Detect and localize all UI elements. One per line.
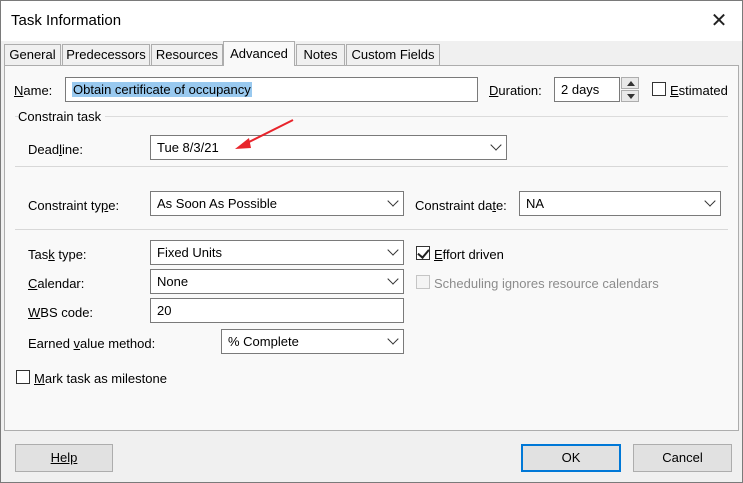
chevron-down-icon [387, 195, 399, 207]
name-value: Obtain certificate of occupancy [72, 82, 252, 97]
deadline-dropdown[interactable]: Tue 8/3/21 [150, 135, 507, 160]
tab-predecessors-label: Predecessors [66, 47, 146, 62]
tab-custom-fields[interactable]: Custom Fields [346, 44, 440, 65]
effort-driven-checkbox[interactable] [416, 246, 430, 260]
deadline-label-text1: Dead [28, 142, 60, 157]
duration-value: 2 days [561, 82, 600, 97]
earned-value-dropdown[interactable]: % Complete [221, 329, 404, 354]
scheduling-ignores-checkbox[interactable] [416, 275, 430, 289]
cancel-button-label: Cancel [662, 450, 703, 465]
earned-value-value: % Complete [228, 334, 299, 349]
separator-1 [15, 166, 728, 167]
calendar-value: None [157, 274, 189, 289]
deadline-label-text2: ine: [61, 142, 83, 157]
help-button[interactable]: Help [15, 444, 113, 472]
wbs-code-label: WBS code: [28, 305, 93, 320]
tab-notes[interactable]: Notes [296, 44, 345, 65]
chevron-down-icon [387, 333, 399, 345]
estimated-label: Estimated [670, 83, 728, 98]
duration-label: Duration: [489, 83, 542, 98]
tab-advanced-label: Advanced [230, 46, 288, 61]
name-label: Name: [14, 83, 52, 98]
annotation-arrow-icon [235, 119, 294, 149]
constraint-date-dropdown[interactable]: NA [519, 191, 721, 216]
duration-label-text: uration: [498, 83, 542, 98]
task-type-label: Task type: [28, 247, 87, 262]
constraint-date-value: NA [526, 196, 545, 211]
tab-general-label: General [9, 47, 56, 62]
scheduling-ignores-label: Scheduling ignores resource calendars [434, 276, 659, 291]
separator-2 [15, 229, 728, 230]
tab-resources[interactable]: Resources [151, 44, 223, 65]
constraint-type-label-text1: Constraint ty [28, 198, 101, 213]
estimated-label-accel: E [670, 83, 679, 98]
tab-notes-label: Notes [303, 47, 338, 62]
calendar-dropdown[interactable]: None [150, 269, 404, 294]
wbs-code-label-text: BS code: [40, 305, 94, 320]
duration-spin-up[interactable] [621, 77, 639, 89]
constraint-date-label-text2: e: [495, 198, 507, 213]
chevron-up-icon [627, 81, 635, 86]
chevron-down-icon [704, 195, 716, 207]
task-type-dropdown[interactable]: Fixed Units [150, 240, 404, 265]
duration-label-accel: D [489, 83, 499, 98]
calendar-label: Calendar: [28, 276, 84, 291]
constraint-type-label: Constraint type: [28, 198, 119, 213]
calendar-label-accel: C [28, 276, 38, 291]
deadline-label: Deadline: [28, 142, 83, 157]
name-label-text: ame: [23, 83, 53, 98]
dialog-footer: Help OK Cancel [1, 432, 742, 482]
task-information-dialog: Task Information ✕ General Predecessors … [0, 0, 743, 483]
checkmark-icon [417, 246, 430, 259]
tab-predecessors[interactable]: Predecessors [62, 44, 150, 65]
earned-value-label: Earned value method: [28, 336, 155, 351]
constraint-type-value: As Soon As Possible [157, 196, 277, 211]
help-button-label: Help [50, 450, 78, 465]
cancel-button[interactable]: Cancel [633, 444, 732, 472]
milestone-checkbox[interactable] [16, 370, 30, 384]
constraint-type-dropdown[interactable]: As Soon As Possible [150, 191, 404, 216]
ok-button-label: OK [561, 450, 581, 465]
tab-custom-fields-label: Custom Fields [351, 47, 435, 62]
constraint-type-label-text2: e: [108, 198, 120, 213]
task-type-value: Fixed Units [157, 245, 223, 260]
advanced-panel: Name: Obtain certificate of occupancy Du… [4, 65, 739, 431]
constraint-date-label-text1: Constraint da [415, 198, 493, 213]
calendar-label-text: alendar: [37, 276, 85, 291]
deadline-value: Tue 8/3/21 [157, 140, 219, 155]
milestone-label-accel: M [34, 371, 45, 386]
earned-value-label-text1: Earned [28, 336, 74, 351]
milestone-label: Mark task as milestone [34, 371, 167, 386]
effort-driven-label: Effort driven [434, 247, 504, 262]
duration-input[interactable]: 2 days [554, 77, 620, 102]
estimated-label-text: stimated [678, 83, 728, 98]
wbs-code-value: 20 [157, 303, 172, 318]
tab-general[interactable]: General [4, 44, 61, 65]
constrain-group-line [15, 116, 728, 117]
name-input[interactable]: Obtain certificate of occupancy [65, 77, 478, 102]
task-type-label-text1: Tas [28, 247, 49, 262]
earned-value-label-text2: alue method: [80, 336, 156, 351]
task-type-label-text2: type: [54, 247, 87, 262]
ok-button[interactable]: OK [521, 444, 621, 472]
duration-spin-down[interactable] [621, 90, 639, 102]
tab-resources-label: Resources [155, 47, 219, 62]
chevron-down-icon [627, 94, 635, 99]
wbs-code-label-accel: W [28, 305, 41, 320]
constraint-date-label: Constraint date: [415, 198, 507, 213]
chevron-down-icon [387, 273, 399, 285]
name-label-accel: N [14, 83, 24, 98]
dialog-title: Task Information [11, 12, 122, 29]
wbs-code-input[interactable]: 20 [150, 298, 404, 323]
close-icon[interactable]: ✕ [704, 7, 734, 35]
effort-driven-label-accel: E [434, 247, 443, 262]
title-bar: Task Information ✕ [1, 1, 742, 41]
chevron-down-icon [387, 244, 399, 256]
constrain-task-group-label: Constrain task [18, 109, 106, 124]
effort-driven-label-text: ffort driven [442, 247, 504, 262]
tab-advanced[interactable]: Advanced [223, 41, 295, 66]
milestone-label-text: ark task as milestone [44, 371, 167, 386]
estimated-checkbox[interactable] [652, 82, 666, 96]
chevron-down-icon [490, 139, 502, 151]
